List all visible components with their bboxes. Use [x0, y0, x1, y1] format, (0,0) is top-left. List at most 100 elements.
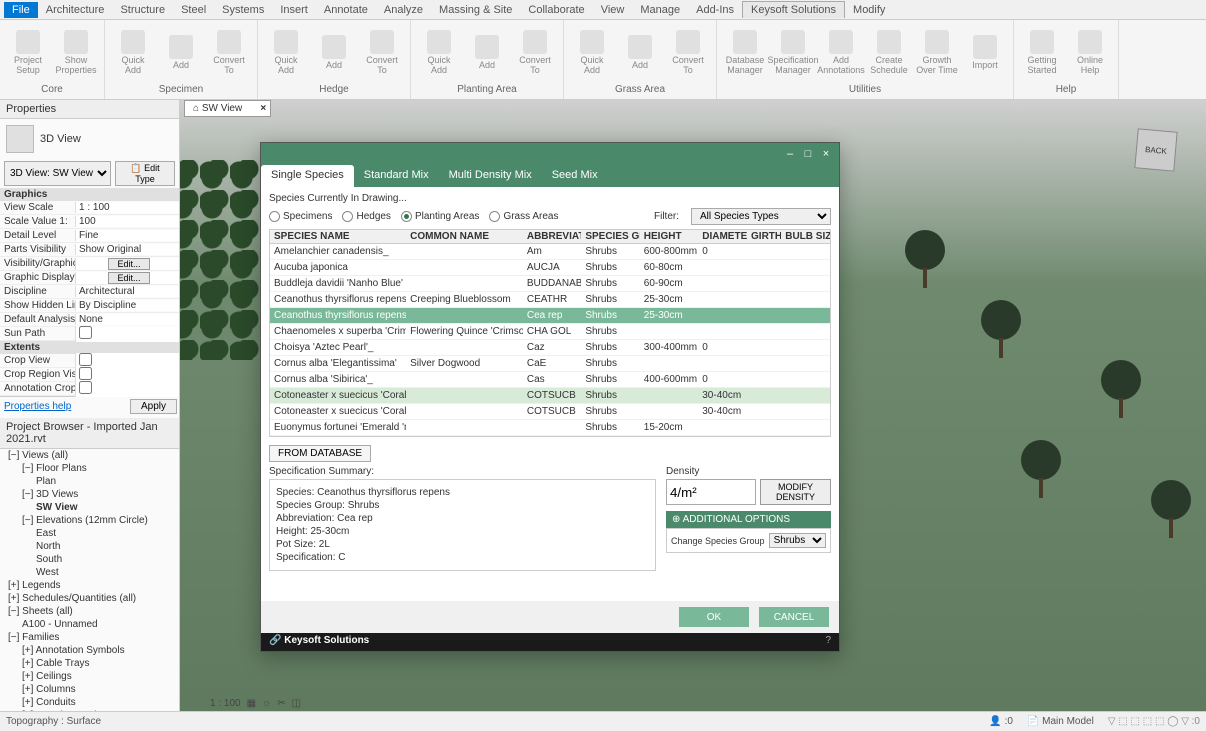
menu-keysoft-solutions[interactable]: Keysoft Solutions	[742, 1, 845, 18]
table-row[interactable]: Ceanothus thyrsiflorus repensCea repShru…	[270, 308, 830, 324]
tree-item[interactable]: [+] Annotation Symbols	[0, 644, 179, 657]
view-control-bar[interactable]: 1 : 100 ▦ ☼ ✂ ◫	[210, 698, 301, 709]
edit-button[interactable]: Edit...	[108, 258, 149, 270]
ribbon-add-annotations[interactable]: AddAnnotations	[817, 22, 865, 82]
close-icon[interactable]: ×	[817, 148, 835, 160]
menu-structure[interactable]: Structure	[112, 2, 173, 18]
table-row[interactable]: Choisya 'Aztec Pearl'_CazShrubs300-400mm…	[270, 340, 830, 356]
ribbon-add[interactable]: Add	[463, 22, 511, 82]
dialog-tab[interactable]: Seed Mix	[542, 165, 608, 187]
dialog-tab[interactable]: Standard Mix	[354, 165, 439, 187]
type-selector[interactable]: 3D View: SW View	[4, 161, 111, 186]
table-row[interactable]: Cotoneaster x suecicus 'Coral Beauty'COT…	[270, 404, 830, 420]
column-header[interactable]: GIRTH	[747, 230, 781, 243]
tree-item[interactable]: [−] 3D Views	[0, 488, 179, 501]
ribbon-show-properties[interactable]: ShowProperties	[52, 22, 100, 82]
project-browser-tree[interactable]: [−] Views (all)[−] Floor PlansPlan[−] 3D…	[0, 449, 179, 711]
dialog-titlebar[interactable]: – □ ×	[261, 143, 839, 165]
property-row[interactable]: Show Hidden LinesBy Discipline	[0, 299, 179, 313]
property-row[interactable]: Sun Path	[0, 327, 179, 341]
menu-annotate[interactable]: Annotate	[316, 2, 376, 18]
dialog-tab[interactable]: Single Species	[261, 165, 354, 187]
radio-planting-areas[interactable]: Planting Areas	[401, 211, 480, 222]
view-tab[interactable]: ⌂ SW View ×	[184, 100, 271, 117]
ribbon-online-help[interactable]: OnlineHelp	[1066, 22, 1114, 82]
property-row[interactable]: Graphic Display O...Edit...	[0, 271, 179, 285]
menu-massing-site[interactable]: Massing & Site	[431, 2, 520, 18]
tree-item[interactable]: [+] Legends	[0, 579, 179, 592]
property-row[interactable]: DisciplineArchitectural	[0, 285, 179, 299]
ribbon-getting-started[interactable]: GettingStarted	[1018, 22, 1066, 82]
menu-steel[interactable]: Steel	[173, 2, 214, 18]
menu-add-ins[interactable]: Add-Ins	[688, 2, 742, 18]
tree-item[interactable]: [−] Views (all)	[0, 449, 179, 462]
minimize-icon[interactable]: –	[781, 148, 799, 160]
radio-specimens[interactable]: Specimens	[269, 211, 332, 222]
menu-insert[interactable]: Insert	[272, 2, 316, 18]
column-header[interactable]: COMMON NAME	[406, 230, 523, 243]
ribbon-convert-to[interactable]: ConvertTo	[205, 22, 253, 82]
column-header[interactable]: HEIGHT	[640, 230, 698, 243]
property-row[interactable]: View Scale1 : 100	[0, 201, 179, 215]
density-input[interactable]	[666, 479, 756, 505]
ribbon-specification-manager[interactable]: SpecificationManager	[769, 22, 817, 82]
property-row[interactable]: Detail LevelFine	[0, 229, 179, 243]
dialog-tab[interactable]: Multi Density Mix	[439, 165, 542, 187]
table-row[interactable]: Euonymus fortunei 'Emerald 'n' Gold'Shru…	[270, 420, 830, 436]
tree-item[interactable]: [+] Schedules/Quantities (all)	[0, 592, 179, 605]
change-group-select[interactable]: Shrubs	[769, 533, 826, 548]
radio-hedges[interactable]: Hedges	[342, 211, 390, 222]
table-row[interactable]: Cotoneaster x suecicus 'Coral Beauty'COT…	[270, 388, 830, 404]
tree-item[interactable]: A100 - Unnamed	[0, 618, 179, 631]
tree-item[interactable]: [+] Conduits	[0, 696, 179, 709]
ribbon-convert-to[interactable]: ConvertTo	[664, 22, 712, 82]
column-header[interactable]: ABBREVIATION	[523, 230, 581, 243]
ribbon-project-setup[interactable]: ProjectSetup	[4, 22, 52, 82]
tree-item[interactable]: East	[0, 527, 179, 540]
tree-item[interactable]: Plan	[0, 475, 179, 488]
column-header[interactable]: SPECIES GROUP	[581, 230, 639, 243]
cancel-button[interactable]: CANCEL	[759, 607, 829, 627]
ribbon-convert-to[interactable]: ConvertTo	[358, 22, 406, 82]
tree-item[interactable]: North	[0, 540, 179, 553]
maximize-icon[interactable]: □	[799, 148, 817, 160]
apply-button[interactable]: Apply	[130, 399, 177, 414]
ribbon-create-schedule[interactable]: CreateSchedule	[865, 22, 913, 82]
menu-manage[interactable]: Manage	[632, 2, 688, 18]
tree-item[interactable]: [−] Floor Plans	[0, 462, 179, 475]
tree-item[interactable]: [−] Elevations (12mm Circle)	[0, 514, 179, 527]
status-icons[interactable]: ▽ ⬚ ⬚ ⬚ ⬚ ◯ ▽ :0	[1108, 716, 1200, 727]
tree-item[interactable]: [−] Families	[0, 631, 179, 644]
table-row[interactable]: Cornus alba 'Sibirica'_CasShrubs400-600m…	[270, 372, 830, 388]
menu-view[interactable]: View	[593, 2, 633, 18]
ribbon-quick-add[interactable]: QuickAdd	[109, 22, 157, 82]
table-row[interactable]: Amelanchier canadensis_AmShrubs600-800mm…	[270, 244, 830, 260]
ribbon-convert-to[interactable]: ConvertTo	[511, 22, 559, 82]
close-icon[interactable]: ×	[260, 103, 266, 114]
from-database-button[interactable]: FROM DATABASE	[269, 445, 371, 462]
property-checkbox[interactable]	[79, 367, 92, 380]
ribbon-import[interactable]: Import	[961, 22, 1009, 82]
ribbon-database-manager[interactable]: DatabaseManager	[721, 22, 769, 82]
tree-item[interactable]: SW View	[0, 501, 179, 514]
property-checkbox[interactable]	[79, 326, 92, 339]
property-row[interactable]: Scale Value 1:100	[0, 215, 179, 229]
menu-analyze[interactable]: Analyze	[376, 2, 431, 18]
ribbon-add[interactable]: Add	[157, 22, 205, 82]
ribbon-quick-add[interactable]: QuickAdd	[568, 22, 616, 82]
menu-file[interactable]: File	[4, 2, 38, 18]
menu-architecture[interactable]: Architecture	[38, 2, 113, 18]
tree-item[interactable]: [+] Columns	[0, 683, 179, 696]
ok-button[interactable]: OK	[679, 607, 749, 627]
edit-button[interactable]: Edit...	[108, 272, 149, 284]
property-row[interactable]: Annotation Crop	[0, 382, 179, 396]
view-icon[interactable]: ◫	[292, 698, 301, 709]
property-row[interactable]: Visibility/Graphics ...Edit...	[0, 257, 179, 271]
view-icon[interactable]: ✂	[277, 698, 285, 709]
view-icon[interactable]: ▦	[247, 698, 256, 709]
property-checkbox[interactable]	[79, 381, 92, 394]
table-row[interactable]: Aucuba japonicaAUCJAShrubs60-80cm	[270, 260, 830, 276]
ribbon-quick-add[interactable]: QuickAdd	[262, 22, 310, 82]
menu-systems[interactable]: Systems	[214, 2, 272, 18]
table-row[interactable]: Ceanothus thyrsiflorus repensCreeping Bl…	[270, 292, 830, 308]
